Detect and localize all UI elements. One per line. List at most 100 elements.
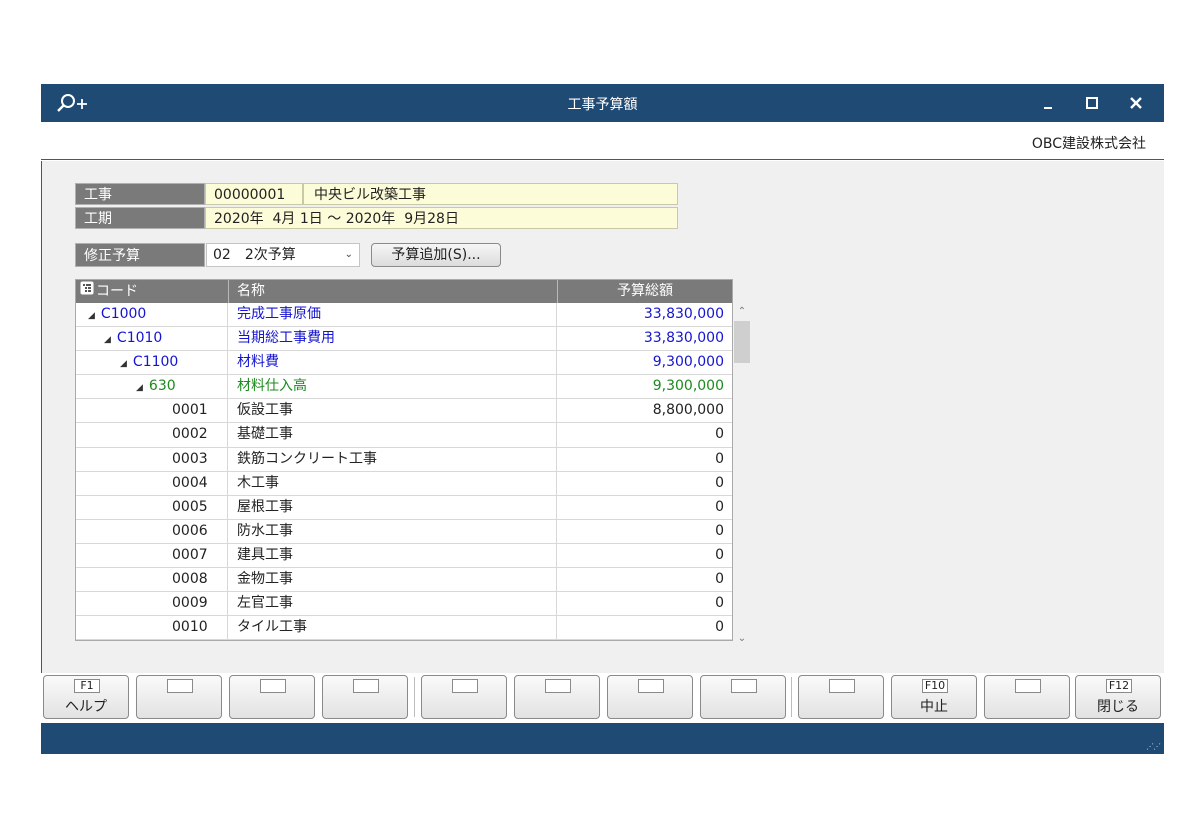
function-key-3-button[interactable] <box>229 675 315 719</box>
grid-scrollbar[interactable]: ⌃ ⌄ <box>734 306 750 644</box>
amount-cell[interactable]: 33,830,000 <box>558 303 732 326</box>
table-row[interactable]: 0002 基礎工事 0 <box>76 423 732 448</box>
table-row[interactable]: ◢ C1010 当期総工事費用 33,830,000 <box>76 327 732 352</box>
code-cell[interactable]: 0010 <box>76 616 228 640</box>
amount-cell[interactable]: 0 <box>558 616 732 639</box>
revision-select-value: 02 2次予算 <box>213 247 296 263</box>
code-cell[interactable]: 0009 <box>76 592 228 616</box>
chevron-down-icon: ⌄ <box>344 249 353 260</box>
function-key-6-button[interactable] <box>514 675 600 719</box>
tree-toggle-icon[interactable] <box>80 280 94 303</box>
amount-cell[interactable]: 0 <box>558 520 732 543</box>
table-row[interactable]: 0010 タイル工事 0 <box>76 616 732 641</box>
table-row[interactable]: ◢ C1000 完成工事原価 33,830,000 <box>76 303 732 328</box>
name-cell[interactable]: 木工事 <box>229 471 557 495</box>
function-key-1-button[interactable]: F1 ヘルプ <box>43 675 129 719</box>
window-title: 工事予算額 <box>567 97 638 113</box>
amount-cell[interactable]: 33,830,000 <box>558 327 732 350</box>
expand-triangle-icon[interactable]: ◢ <box>104 329 111 352</box>
expand-triangle-icon[interactable]: ◢ <box>136 377 143 400</box>
add-budget-button[interactable]: 予算追加(S)... <box>371 243 501 267</box>
function-key-7-button[interactable] <box>607 675 693 719</box>
amount-cell[interactable]: 0 <box>558 423 732 446</box>
amount-cell[interactable]: 0 <box>558 448 732 471</box>
function-key-5-button[interactable] <box>421 675 507 719</box>
function-key-8-button[interactable] <box>700 675 786 719</box>
expand-triangle-icon[interactable]: ◢ <box>88 305 95 328</box>
maximize-icon[interactable] <box>1080 91 1104 115</box>
scroll-up-icon[interactable]: ⌃ <box>734 306 750 320</box>
expand-triangle-icon[interactable]: ◢ <box>120 353 127 376</box>
table-row[interactable]: ◢ 630 材料仕入高 9,300,000 <box>76 375 732 400</box>
amount-cell[interactable]: 9,300,000 <box>558 351 732 374</box>
code-cell[interactable]: 0002 <box>76 423 228 447</box>
function-key-9-button[interactable] <box>798 675 884 719</box>
name-cell[interactable]: 屋根工事 <box>229 495 557 519</box>
table-row[interactable]: 0005 屋根工事 0 <box>76 495 732 520</box>
function-key-10-button[interactable]: F10 中止 <box>891 675 977 719</box>
name-cell[interactable]: 仮設工事 <box>229 399 557 423</box>
name-cell[interactable]: 完成工事原価 <box>229 303 557 327</box>
name-cell[interactable]: 建具工事 <box>229 543 557 568</box>
code-cell[interactable]: 0006 <box>76 519 228 543</box>
table-row[interactable]: 0008 金物工事 0 <box>76 568 732 593</box>
amount-cell[interactable]: 0 <box>558 472 732 495</box>
function-key-divider <box>791 677 793 717</box>
name-cell[interactable]: 防水工事 <box>229 519 557 543</box>
code-text: 0002 <box>172 426 208 443</box>
table-row[interactable]: 0009 左官工事 0 <box>76 592 732 617</box>
name-cell[interactable]: タイル工事 <box>229 616 557 640</box>
amount-cell[interactable]: 0 <box>558 568 732 591</box>
name-cell[interactable]: 基礎工事 <box>229 423 557 447</box>
function-key-4-button[interactable] <box>322 675 408 719</box>
name-cell[interactable]: 左官工事 <box>229 592 557 616</box>
function-key-11-button[interactable] <box>984 675 1070 719</box>
function-key-cap: F12 <box>1106 679 1132 693</box>
table-row[interactable]: ◢ C1100 材料費 9,300,000 <box>76 351 732 376</box>
close-icon[interactable] <box>1124 91 1148 115</box>
minimize-icon[interactable] <box>1036 91 1060 115</box>
amount-cell[interactable]: 8,800,000 <box>558 399 732 422</box>
column-header-code-label: コード <box>96 283 138 300</box>
name-cell[interactable]: 当期総工事費用 <box>229 327 557 351</box>
code-cell[interactable]: ◢ 630 <box>76 375 228 400</box>
function-key-cap <box>452 679 478 693</box>
amount-cell[interactable]: 0 <box>558 496 732 519</box>
name-cell[interactable]: 材料仕入高 <box>229 375 557 399</box>
table-row[interactable]: 0007 建具工事 0 <box>76 543 732 569</box>
name-cell[interactable]: 金物工事 <box>229 568 557 592</box>
column-header-name[interactable]: 名称 <box>229 280 558 303</box>
code-cell[interactable]: ◢ C1000 <box>76 303 228 328</box>
table-row[interactable]: 0004 木工事 0 <box>76 471 732 496</box>
period-value: 2020年 4月 1日 ～ 2020年 9月28日 <box>205 207 678 229</box>
revision-select[interactable]: 02 2次予算 ⌄ <box>206 243 360 267</box>
table-row[interactable]: 0003 鉄筋コンクリート工事 0 <box>76 447 732 472</box>
amount-cell[interactable]: 0 <box>558 544 732 567</box>
table-row[interactable]: 0006 防水工事 0 <box>76 519 732 544</box>
code-cell[interactable]: ◢ C1010 <box>76 327 228 352</box>
amount-cell[interactable]: 0 <box>558 592 732 615</box>
code-cell[interactable]: ◢ C1100 <box>76 351 228 376</box>
function-key-12-button[interactable]: F12 閉じる <box>1075 675 1161 719</box>
resize-grip-icon[interactable]: ⋰⋰ <box>1146 742 1161 751</box>
column-header-amount[interactable]: 予算総額 <box>558 280 732 303</box>
scroll-down-icon[interactable]: ⌄ <box>734 633 750 647</box>
table-row[interactable]: 0001 仮設工事 8,800,000 <box>76 399 732 424</box>
code-cell[interactable]: 0007 <box>76 543 228 568</box>
code-cell[interactable]: 0005 <box>76 495 228 519</box>
code-cell[interactable]: 0001 <box>76 399 228 423</box>
code-cell[interactable]: 0003 <box>76 447 228 471</box>
function-key-2-button[interactable] <box>136 675 222 719</box>
name-cell[interactable]: 鉄筋コンクリート工事 <box>229 447 557 471</box>
main-content: 工事 00000001 中央ビル改築工事 工期 2020年 4月 1日 ～ 20… <box>41 161 1164 673</box>
amount-cell[interactable]: 9,300,000 <box>558 375 732 398</box>
grid-body: ◢ C1000 完成工事原価 33,830,000 ◢ C1010 当期総工事費用 33,83… <box>76 303 732 641</box>
code-cell[interactable]: 0004 <box>76 471 228 495</box>
name-cell[interactable]: 材料費 <box>229 351 557 375</box>
code-cell[interactable]: 0008 <box>76 568 228 592</box>
code-text: 0009 <box>172 595 208 612</box>
function-key-bar: F1 ヘルプ F10 中止 F12 閉じる <box>41 673 1164 723</box>
scroll-thumb[interactable] <box>734 321 750 363</box>
function-key-cap <box>731 679 757 693</box>
column-header-code[interactable]: コード <box>76 280 229 303</box>
